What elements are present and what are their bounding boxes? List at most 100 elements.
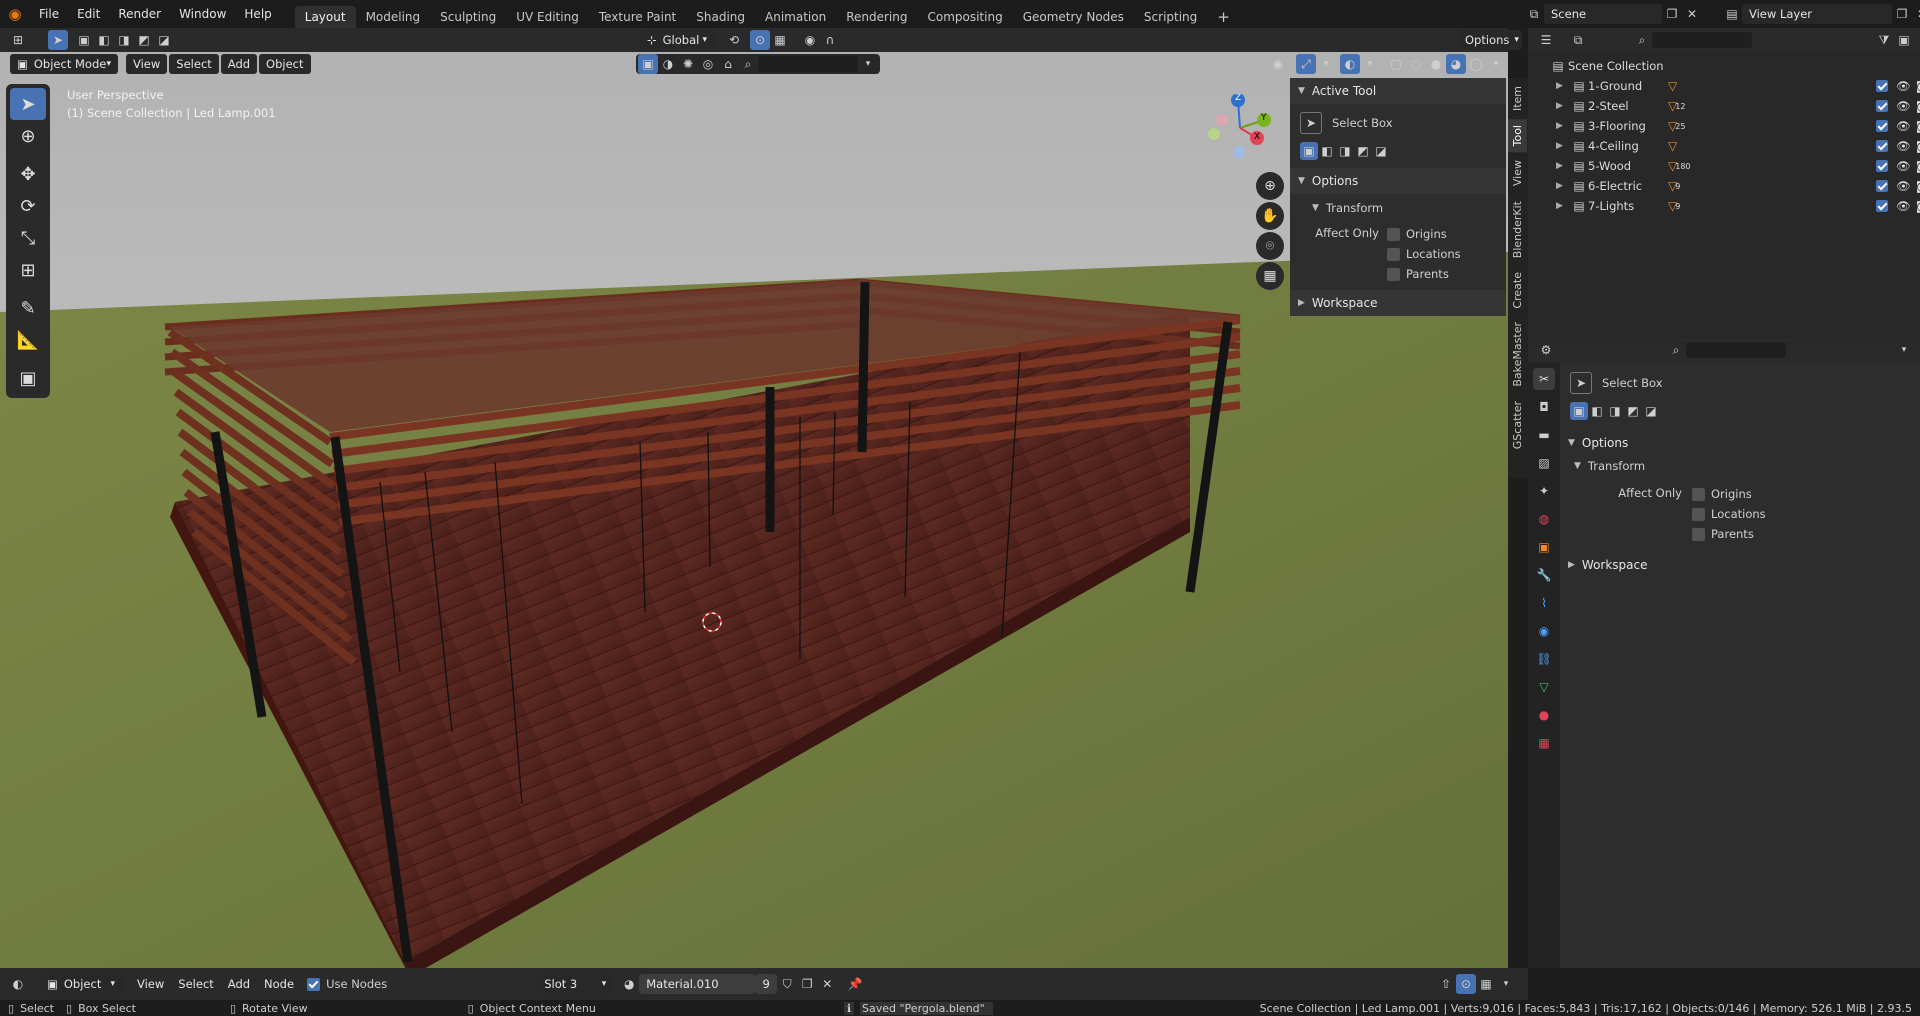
menu-object[interactable]: Object <box>259 54 311 74</box>
menu-node[interactable]: Node <box>257 974 301 994</box>
snap-target-icon[interactable]: ▦ <box>770 30 790 50</box>
mode-intersect-icon[interactable]: ◪ <box>154 30 174 50</box>
chevron-down-icon[interactable]: ▾ <box>1316 54 1336 74</box>
tab-modeling[interactable]: Modeling <box>356 6 431 28</box>
mode-subtract-icon[interactable]: ◨ <box>1336 142 1354 160</box>
properties-locations-checkbox[interactable]: Locations <box>1692 504 1766 524</box>
chevron-down-icon[interactable]: ▾ <box>1360 54 1380 74</box>
exclude-checkbox[interactable] <box>1876 140 1888 152</box>
pivot-point-icon[interactable]: ⟲ <box>724 30 744 50</box>
expand-arrow-icon[interactable]: ▶ <box>1556 181 1570 191</box>
tab-shading[interactable]: Shading <box>686 6 755 28</box>
expand-arrow-icon[interactable]: ▶ <box>1556 141 1570 151</box>
eye-icon[interactable]: 👁 <box>1896 119 1911 133</box>
expand-arrow-icon[interactable]: ▶ <box>1556 161 1570 171</box>
tab-gscatter[interactable]: GScatter <box>1508 395 1527 455</box>
mode-extend-icon[interactable]: ◧ <box>1588 402 1606 420</box>
mode-subtract-icon[interactable]: ◨ <box>114 30 134 50</box>
properties-options-header[interactable]: ▼ Options <box>1560 430 1920 456</box>
rendered-shading-icon[interactable]: ◯ <box>1466 54 1486 74</box>
add-workspace-button[interactable]: + <box>1207 6 1240 28</box>
active-tool-header[interactable]: ▼ Active Tool <box>1290 78 1506 104</box>
3d-viewport[interactable]: ▣ Object Mode ▾ View Select Add Object ▣… <box>0 52 1508 968</box>
exclude-checkbox[interactable] <box>1876 100 1888 112</box>
new-collection-icon[interactable]: ▣ <box>1894 30 1914 50</box>
menu-add[interactable]: Add <box>221 974 257 994</box>
proportional-edit-icon[interactable]: ◉ <box>800 30 820 50</box>
select-box-icon[interactable]: ➤ <box>1570 372 1592 394</box>
scene-tab-icon[interactable]: ✦ <box>1533 480 1555 502</box>
render-tab-icon[interactable]: ◘ <box>1533 396 1555 418</box>
camera-icon[interactable]: ◙ <box>1916 199 1920 213</box>
mode-difference-icon[interactable]: ◩ <box>1624 402 1642 420</box>
menu-add[interactable]: Add <box>220 54 258 74</box>
select-box-tool-icon[interactable]: ➤ <box>10 88 46 120</box>
delete-scene-icon[interactable]: ✕ <box>1682 4 1702 24</box>
filter-icon[interactable]: ⧩ <box>1874 30 1894 50</box>
exclude-checkbox[interactable] <box>1876 80 1888 92</box>
view-layer-field[interactable]: View Layer <box>1742 4 1892 24</box>
properties-parents-checkbox[interactable]: Parents <box>1692 524 1766 544</box>
camera-icon[interactable]: ◙ <box>1916 159 1920 173</box>
camera-view-icon[interactable]: ⌾ <box>1256 232 1284 260</box>
menu-file[interactable]: File <box>30 0 68 28</box>
mode-intersect-icon[interactable]: ◪ <box>1642 402 1660 420</box>
wireframe-shading-icon[interactable]: ◌ <box>1406 54 1426 74</box>
tab-compositing[interactable]: Compositing <box>917 6 1012 28</box>
outliner-search-input[interactable] <box>1652 32 1752 48</box>
falloff-icon[interactable]: ∩ <box>820 30 840 50</box>
move-tool-icon[interactable]: ✥ <box>10 158 46 190</box>
eye-icon[interactable]: 👁 <box>1896 179 1911 193</box>
new-view-layer-icon[interactable]: ❐ <box>1892 4 1912 24</box>
eye-icon[interactable]: 👁 <box>1896 199 1911 213</box>
tab-rendering[interactable]: Rendering <box>836 6 917 28</box>
blender-logo-icon[interactable]: ◉ <box>0 4 30 24</box>
menu-edit[interactable]: Edit <box>68 0 109 28</box>
filter-mesh-icon[interactable]: ◑ <box>658 54 678 74</box>
tab-layout[interactable]: Layout <box>294 6 356 28</box>
exclude-checkbox[interactable] <box>1876 160 1888 172</box>
expand-arrow-icon[interactable]: ▶ <box>1556 81 1570 91</box>
display-mode-icon[interactable]: ⧉ <box>1568 30 1588 50</box>
editor-type-icon[interactable]: ⊞ <box>8 30 28 50</box>
exclude-checkbox[interactable] <box>1876 200 1888 212</box>
options-header[interactable]: ▼ Options <box>1290 168 1506 194</box>
exclude-checkbox[interactable] <box>1876 180 1888 192</box>
transform-tool-icon[interactable]: ⊞ <box>10 254 46 286</box>
tab-blenderkit[interactable]: BlenderKit <box>1508 195 1527 264</box>
tab-create[interactable]: Create <box>1508 266 1527 315</box>
exclude-checkbox[interactable] <box>1876 120 1888 132</box>
tab-scripting[interactable]: Scripting <box>1134 6 1207 28</box>
world-tab-icon[interactable]: ◍ <box>1533 508 1555 530</box>
scene-icon[interactable]: ⧉ <box>1524 4 1544 24</box>
menu-help[interactable]: Help <box>235 0 280 28</box>
camera-icon[interactable]: ◙ <box>1916 119 1920 133</box>
modifier-tab-icon[interactable]: 🔧 <box>1533 564 1555 586</box>
outliner-collection-row[interactable]: ▶▤2-Steel▽12👁◙ <box>1548 96 1920 116</box>
menu-select[interactable]: Select <box>171 974 220 994</box>
navigation-gizmo[interactable]: Z Y X <box>1200 88 1280 168</box>
filter-camera-icon[interactable]: ◎ <box>698 54 718 74</box>
ortho-grid-icon[interactable]: ▦ <box>1256 262 1284 290</box>
shader-type-dropdown[interactable]: ▣ Object ▾ <box>40 974 122 994</box>
view-layer-icon[interactable]: ▤ <box>1722 4 1742 24</box>
material-tab-icon[interactable]: ● <box>1533 704 1555 726</box>
options-dropdown[interactable]: Options ▾ <box>1458 30 1522 50</box>
eye-icon[interactable]: 👁 <box>1896 139 1911 153</box>
workspace-header[interactable]: ▶ Workspace <box>1290 290 1506 316</box>
tab-uv-editing[interactable]: UV Editing <box>506 6 589 28</box>
delete-view-layer-icon[interactable]: ✕ <box>1912 4 1920 24</box>
use-nodes-checkbox[interactable]: Use Nodes <box>307 977 387 991</box>
editor-type-icon[interactable]: ☰ <box>1536 30 1556 50</box>
fake-user-shield-icon[interactable]: ⛉ <box>777 974 797 994</box>
data-tab-icon[interactable]: ▽ <box>1533 676 1555 698</box>
menu-view[interactable]: View <box>126 54 168 74</box>
expand-arrow-icon[interactable]: ▶ <box>1556 201 1570 211</box>
eye-icon[interactable]: 👁 <box>1896 79 1911 93</box>
tab-item[interactable]: Item <box>1508 80 1527 117</box>
menu-select[interactable]: Select <box>169 54 219 74</box>
pin-icon[interactable]: 📌 <box>845 974 865 994</box>
scale-tool-icon[interactable]: ⤡ <box>10 222 46 254</box>
search-icon[interactable]: ⌕ <box>1632 30 1652 50</box>
outliner-collection-row[interactable]: ▶▤7-Lights▽9👁◙ <box>1548 196 1920 216</box>
